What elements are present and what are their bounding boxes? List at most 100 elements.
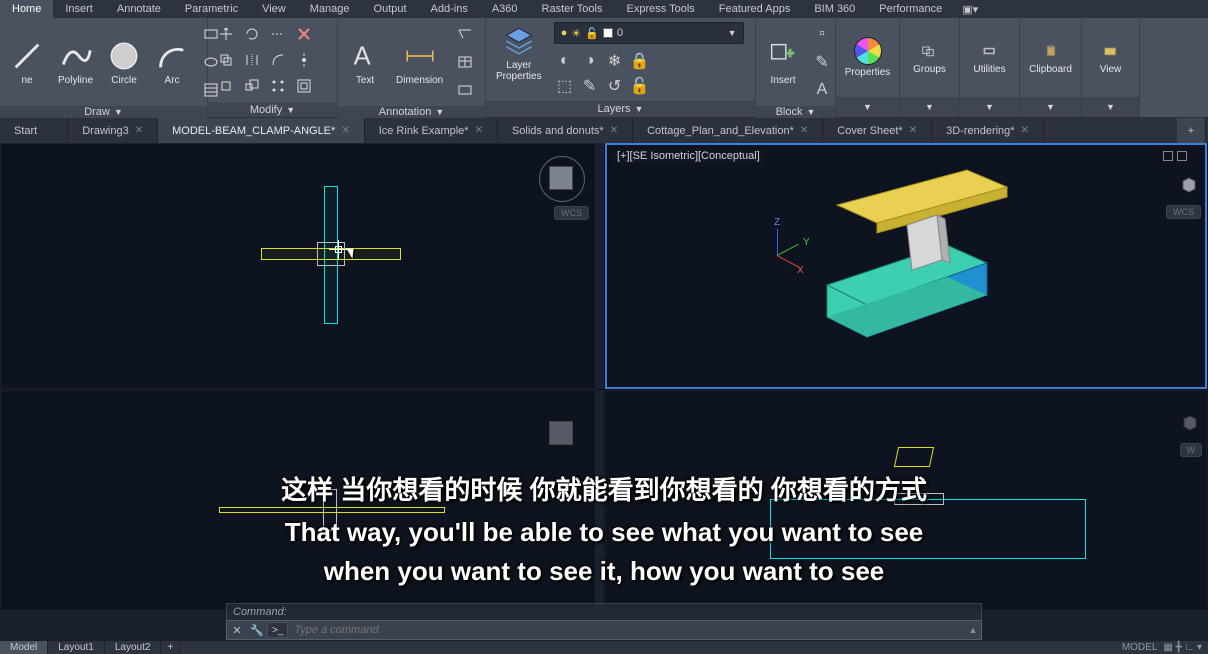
panel-title-utilities[interactable]: ▼: [960, 97, 1019, 117]
close-icon[interactable]: ✕: [800, 125, 808, 136]
ribbon-tab-parametric[interactable]: Parametric: [173, 0, 250, 18]
doc-tab-ice-rink[interactable]: Ice Rink Example*✕: [365, 118, 498, 143]
command-input[interactable]: [288, 624, 965, 636]
clipboard-icon[interactable]: [1037, 40, 1065, 62]
tool-fillet[interactable]: [266, 48, 290, 72]
doc-tab-start[interactable]: Start: [0, 118, 68, 143]
tool-mtext[interactable]: [453, 78, 477, 102]
panel-title-draw[interactable]: Draw▼: [0, 106, 207, 118]
tool-layer-make[interactable]: ⬚: [554, 75, 576, 97]
panel-title-groups[interactable]: ▼: [900, 97, 959, 117]
close-icon[interactable]: ✕: [1021, 125, 1029, 136]
panel-title-view[interactable]: ▼: [1082, 97, 1139, 117]
tool-explode[interactable]: [292, 48, 316, 72]
status-tab-layout2[interactable]: Layout2: [105, 641, 162, 654]
groups-icon[interactable]: [916, 40, 944, 62]
ribbon-tab-featured[interactable]: Featured Apps: [707, 0, 803, 18]
ribbon-tab-raster[interactable]: Raster Tools: [530, 0, 615, 18]
close-icon[interactable]: ✕: [610, 125, 618, 136]
tool-edit-block[interactable]: ✎: [810, 50, 834, 74]
ribbon-tab-a360[interactable]: A360: [480, 0, 530, 18]
status-tab-model[interactable]: Model: [0, 641, 48, 654]
viewport-top-right[interactable]: [+][SE Isometric][Conceptual] WCS Z Y X: [605, 143, 1207, 389]
wcs-badge[interactable]: W: [1180, 443, 1203, 457]
scrollbar-v[interactable]: [595, 391, 603, 610]
wcs-badge[interactable]: WCS: [554, 206, 589, 220]
close-icon[interactable]: ✕: [475, 125, 483, 136]
close-icon[interactable]: ✕: [909, 125, 917, 136]
tool-text[interactable]: A Text: [344, 37, 386, 88]
tool-table[interactable]: [453, 50, 477, 74]
ribbon-tab-manage[interactable]: Manage: [298, 0, 362, 18]
panel-title-properties[interactable]: ▼: [836, 97, 899, 117]
tool-move[interactable]: [214, 22, 238, 46]
tool-line[interactable]: ne: [6, 37, 48, 88]
doc-tab-add[interactable]: +: [1177, 118, 1206, 143]
tool-layer-lock[interactable]: 🔒: [629, 50, 651, 72]
ribbon-tab-view[interactable]: View: [250, 0, 298, 18]
ribbon-tab-home[interactable]: Home: [0, 0, 53, 18]
ribbon-tab-extra[interactable]: ▣▾: [954, 0, 986, 18]
tool-mirror[interactable]: [240, 48, 264, 72]
tool-layer-off[interactable]: ◐: [554, 50, 576, 72]
doc-tab-solids[interactable]: Solids and donuts*✕: [498, 118, 633, 143]
ribbon-tab-bim360[interactable]: BIM 360: [802, 0, 867, 18]
viewcube-icon[interactable]: [1179, 175, 1199, 195]
current-layer-dropdown[interactable]: ● ☀ 🔓 0 ▼: [554, 22, 744, 44]
tool-layer-freeze[interactable]: ❄: [604, 50, 626, 72]
wcs-badge[interactable]: WCS: [1166, 205, 1201, 219]
panel-title-annotation[interactable]: Annotation▼: [338, 106, 485, 118]
utilities-icon[interactable]: [976, 40, 1004, 62]
tool-dimension[interactable]: Dimension: [392, 37, 447, 88]
close-cmd-button[interactable]: ✕: [227, 621, 247, 639]
status-icons[interactable]: ▦ ╋ ∟ ▾: [1163, 642, 1202, 653]
ribbon-tab-annotate[interactable]: Annotate: [105, 0, 173, 18]
viewcube[interactable]: [539, 156, 585, 202]
view-icon[interactable]: [1097, 40, 1125, 62]
tool-layer-match[interactable]: ✎: [579, 75, 601, 97]
tool-scale[interactable]: [240, 74, 264, 98]
tool-trim[interactable]: [266, 22, 290, 46]
cmd-options-button[interactable]: 🔧: [247, 621, 267, 639]
status-tab-layout1[interactable]: Layout1: [48, 641, 105, 654]
tool-layer-prev[interactable]: ↺: [604, 75, 626, 97]
tool-layer-unlock[interactable]: 🔓: [629, 75, 651, 97]
tool-polyline[interactable]: Polyline: [54, 37, 97, 88]
viewport-bottom-right[interactable]: W: [605, 390, 1207, 611]
viewport-label[interactable]: [+][SE Isometric][Conceptual]: [613, 149, 764, 163]
color-wheel-icon[interactable]: [854, 37, 882, 65]
tool-stretch[interactable]: [214, 74, 238, 98]
close-icon[interactable]: ✕: [135, 125, 143, 136]
tool-layer-iso[interactable]: ◑: [579, 50, 601, 72]
viewport-minmax[interactable]: [1163, 151, 1187, 161]
scrollbar-v[interactable]: [595, 144, 603, 388]
ribbon-tab-insert[interactable]: Insert: [53, 0, 105, 18]
panel-title-modify[interactable]: Modify▼: [208, 102, 337, 117]
tool-insert-block[interactable]: Insert: [762, 37, 804, 88]
tool-create-block[interactable]: ▫: [810, 22, 834, 46]
tool-offset[interactable]: [292, 74, 316, 98]
cmd-history-up[interactable]: ▲: [965, 625, 981, 635]
status-tab-add[interactable]: +: [161, 641, 180, 654]
tool-layer-properties[interactable]: Layer Properties: [492, 22, 546, 84]
ribbon-tab-performance[interactable]: Performance: [867, 0, 954, 18]
tool-leader[interactable]: [453, 22, 477, 46]
doc-tab-drawing3[interactable]: Drawing3✕: [68, 118, 158, 143]
tool-circle[interactable]: Circle: [103, 37, 145, 88]
doc-tab-cover[interactable]: Cover Sheet*✕: [823, 118, 932, 143]
close-icon[interactable]: ✕: [341, 125, 349, 136]
doc-tab-cottage[interactable]: Cottage_Plan_and_Elevation*✕: [633, 118, 823, 143]
viewcube-icon[interactable]: [1180, 413, 1200, 433]
ribbon-tab-express[interactable]: Express Tools: [614, 0, 706, 18]
tool-edit-attr[interactable]: A: [810, 78, 834, 102]
tool-rotate[interactable]: [240, 22, 264, 46]
ribbon-tab-addins[interactable]: Add-ins: [419, 0, 480, 18]
panel-title-block[interactable]: Block▼: [756, 106, 835, 118]
viewport-top-left[interactable]: WCS: [0, 143, 604, 389]
doc-tab-model-beam[interactable]: MODEL-BEAM_CLAMP-ANGLE*✕: [158, 118, 365, 143]
viewcube[interactable]: [539, 411, 585, 457]
panel-title-clipboard[interactable]: ▼: [1020, 97, 1081, 117]
doc-tab-3d[interactable]: 3D-rendering*✕: [932, 118, 1044, 143]
tool-erase[interactable]: [292, 22, 316, 46]
tool-arc[interactable]: Arc: [151, 37, 193, 88]
